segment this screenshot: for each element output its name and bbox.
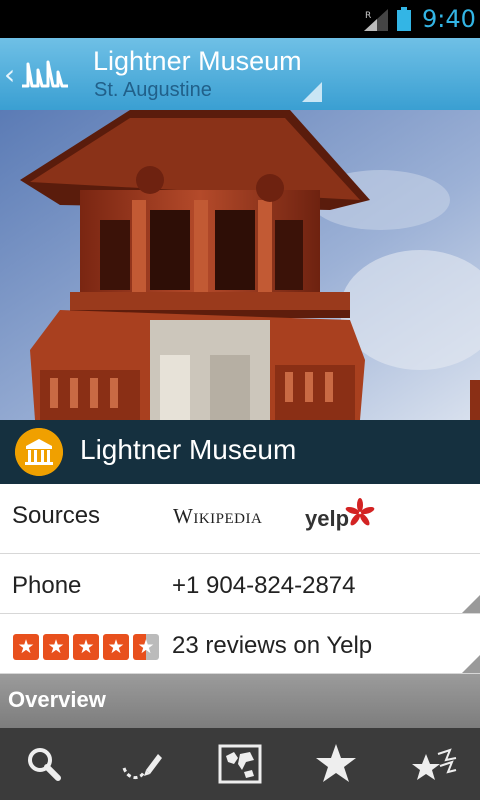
reviews-row[interactable]: ★ ★ ★ ★ ★ 23 reviews on Yelp [0, 614, 480, 674]
sources-row: Sources Wikipedia yelp [0, 484, 480, 554]
action-bar-subtitle[interactable]: St. Augustine [94, 79, 212, 102]
wikipedia-link[interactable]: Wikipedia [173, 504, 262, 529]
status-bar: R 9:40 [0, 0, 480, 38]
yelp-link[interactable]: yelp [305, 498, 375, 532]
wikipedia-logo-text: Wikipedia [173, 504, 263, 528]
phone-row[interactable]: Phone +1 904-824-2874 [0, 554, 480, 614]
more-indicator-icon [462, 595, 480, 613]
status-time: 9:40 [422, 5, 476, 33]
overview-section-header: Overview [0, 674, 480, 728]
roaming-indicator: R [365, 11, 371, 21]
overview-label: Overview [8, 687, 106, 712]
star-icon: ★ [13, 634, 39, 660]
bottom-toolbar [0, 728, 480, 800]
more-indicator-icon [462, 655, 480, 673]
sources-label: Sources [12, 502, 101, 529]
app-logo-icon[interactable] [20, 56, 70, 92]
rating-stars: ★ ★ ★ ★ ★ [13, 634, 163, 660]
museum-icon [15, 428, 63, 476]
popular-stars-icon[interactable] [410, 740, 458, 788]
favorites-star-icon[interactable] [312, 740, 360, 788]
half-star-icon: ★ [133, 634, 159, 660]
yelp-burst-icon [345, 498, 375, 526]
up-caret-icon[interactable]: ‹ [4, 58, 15, 91]
phone-label: Phone [12, 572, 82, 599]
place-name: Lightner Museum [80, 434, 297, 465]
dropdown-indicator-icon[interactable] [302, 82, 322, 102]
yelp-logo-text: yelp [305, 506, 350, 531]
battery-icon [397, 7, 411, 31]
star-icon: ★ [103, 634, 129, 660]
map-icon[interactable] [216, 740, 264, 788]
place-header: Lightner Museum [0, 420, 480, 484]
reviews-text[interactable]: 23 reviews on Yelp [172, 632, 372, 660]
signal-icon: R [364, 9, 388, 31]
museum-tower-photo [0, 110, 480, 420]
search-icon[interactable] [20, 740, 68, 788]
draw-route-icon[interactable] [118, 740, 166, 788]
phone-number[interactable]: +1 904-824-2874 [172, 572, 356, 600]
hero-image [0, 110, 480, 420]
action-bar: ‹ Lightner Museum St. Augustine [0, 38, 480, 110]
star-icon: ★ [43, 634, 69, 660]
star-icon: ★ [73, 634, 99, 660]
action-bar-title: Lightner Museum [93, 46, 302, 76]
